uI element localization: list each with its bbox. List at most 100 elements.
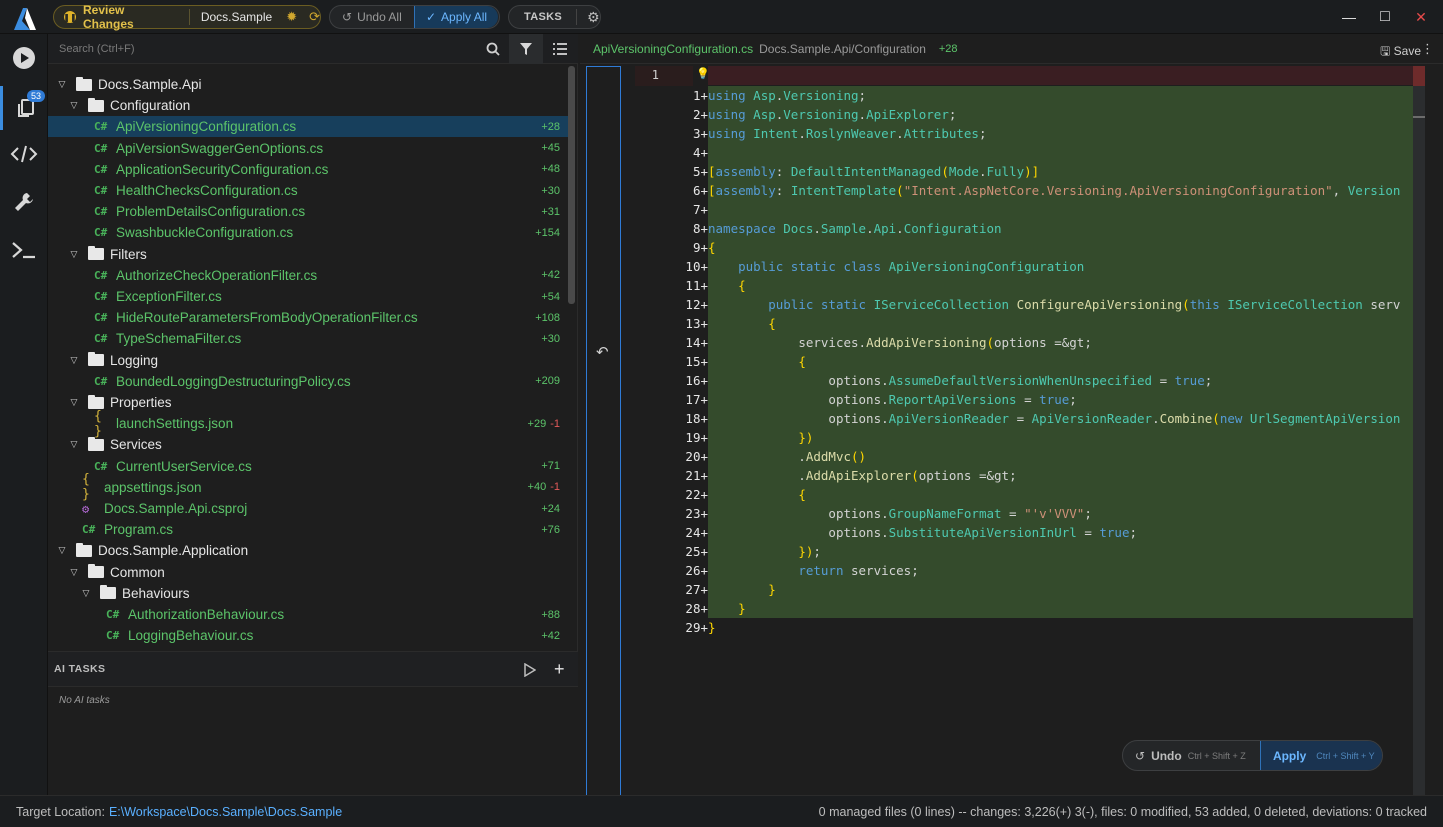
tree-file[interactable]: { } launchSettings.json +29 -1 bbox=[48, 409, 568, 439]
terminal-button[interactable] bbox=[0, 228, 48, 272]
target-location-path[interactable]: E:\Workspace\Docs.Sample\Docs.Sample bbox=[109, 805, 342, 819]
code-line[interactable]: [assembly: IntentTemplate("Intent.AspNet… bbox=[708, 181, 1413, 200]
tree-file[interactable]: C# AuthorizationBehaviour.cs +88 bbox=[48, 604, 568, 625]
tree-file[interactable]: C# ApiVersioningConfiguration.cs +28 bbox=[48, 116, 568, 138]
code-line[interactable]: } bbox=[708, 599, 1413, 618]
add-task-icon[interactable]: + bbox=[554, 659, 565, 680]
tree-file[interactable]: C# ApiVersionSwaggerGenOptions.cs +45 bbox=[48, 138, 568, 159]
chevron-down-icon[interactable]: ▽ bbox=[68, 567, 80, 578]
apply-button[interactable]: Apply Ctrl + Shift + Y bbox=[1259, 741, 1382, 770]
tree-folder[interactable]: ▽ Filters bbox=[48, 244, 568, 265]
code-line[interactable]: namespace Docs.Sample.Api.Configuration bbox=[708, 219, 1413, 238]
code-line[interactable]: using Asp.Versioning.ApiExplorer; bbox=[708, 105, 1413, 124]
file-name: HideRouteParametersFromBodyOperationFilt… bbox=[116, 310, 418, 326]
tree-file[interactable]: C# CurrentUserService.cs +71 bbox=[48, 456, 568, 477]
changes-button[interactable]: 53 bbox=[0, 86, 48, 130]
project-name[interactable]: Docs.Sample bbox=[201, 10, 272, 24]
overview-ruler[interactable] bbox=[1413, 66, 1425, 796]
undo-button[interactable]: ↺ Undo Ctrl + Shift + Z bbox=[1123, 749, 1260, 763]
code-line[interactable] bbox=[708, 200, 1413, 219]
settings-tools-button[interactable] bbox=[0, 180, 48, 224]
tree-folder[interactable]: ▽ Behaviours bbox=[48, 583, 568, 604]
code-line[interactable]: { bbox=[708, 238, 1413, 257]
code-line[interactable]: services.AddApiVersioning(options =&gt; bbox=[708, 333, 1413, 352]
chevron-down-icon[interactable]: ▽ bbox=[68, 439, 80, 450]
tree-file[interactable]: C# BoundedLoggingDestructuringPolicy.cs +2… bbox=[48, 371, 568, 392]
code-line[interactable]: return services; bbox=[708, 561, 1413, 580]
gear-icon[interactable]: ⚙ bbox=[587, 9, 600, 26]
code-line[interactable]: options.ApiVersionReader = ApiVersionRea… bbox=[708, 409, 1413, 428]
code-line[interactable]: [assembly: DefaultIntentManaged(Mode.Ful… bbox=[708, 162, 1413, 181]
tree-scrollbar[interactable] bbox=[568, 66, 575, 304]
code-line[interactable]: public static IServiceCollection Configu… bbox=[708, 295, 1413, 314]
code-line[interactable] bbox=[708, 143, 1413, 162]
bug-icon[interactable]: ✹ bbox=[286, 9, 297, 25]
line-number: 27+ bbox=[685, 582, 708, 597]
tree-file[interactable]: C# AuthorizeCheckOperationFilter.cs +42 bbox=[48, 265, 568, 286]
tree-folder[interactable]: ▽ Logging bbox=[48, 350, 568, 371]
change-count: +42 bbox=[541, 269, 560, 281]
tree-folder[interactable]: ▽ Common bbox=[48, 562, 568, 583]
code-content[interactable]: using Asp.Versioning; using Asp.Versionin… bbox=[708, 86, 1413, 666]
more-options-icon[interactable]: ⋮ bbox=[1421, 41, 1434, 57]
code-line[interactable]: using Intent.RoslynWeaver.Attributes; bbox=[708, 124, 1413, 143]
apply-all-button[interactable]: ✓ Apply All bbox=[414, 6, 498, 28]
tree-file[interactable]: C# ApplicationSecurityConfiguration.cs +48 bbox=[48, 159, 568, 180]
code-line[interactable]: public static class ApiVersioningConfigu… bbox=[708, 257, 1413, 276]
tree-file[interactable]: C# SwashbuckleConfiguration.cs +154 bbox=[48, 222, 568, 243]
tree-file[interactable]: C# Program.cs +76 bbox=[48, 519, 568, 540]
list-view-button[interactable] bbox=[545, 34, 575, 64]
tree-file[interactable]: C# ProblemDetailsConfiguration.cs +31 bbox=[48, 201, 568, 222]
tree-file[interactable]: C# HealthChecksConfiguration.cs +30 bbox=[48, 180, 568, 201]
save-button[interactable]: 🖫 Save bbox=[1380, 42, 1421, 63]
code-line[interactable]: options.SubstituteApiVersionInUrl = true… bbox=[708, 523, 1413, 542]
chevron-down-icon[interactable]: ▽ bbox=[80, 588, 92, 599]
play-icon[interactable] bbox=[524, 662, 537, 680]
lightbulb-icon[interactable]: 💡 bbox=[696, 67, 710, 80]
revert-icon[interactable]: ↶ bbox=[596, 343, 609, 361]
maximize-button[interactable]: □ bbox=[1373, 6, 1397, 28]
code-line[interactable]: { bbox=[708, 352, 1413, 371]
tree-folder[interactable]: ▽ Docs.Sample.Api bbox=[48, 74, 568, 95]
search-input[interactable]: Search (Ctrl+F) bbox=[59, 43, 135, 55]
code-line[interactable]: { bbox=[708, 314, 1413, 333]
code-line[interactable]: options.AssumeDefaultVersionWhenUnspecif… bbox=[708, 371, 1413, 390]
run-button[interactable] bbox=[0, 36, 48, 80]
chevron-down-icon[interactable]: ▽ bbox=[56, 79, 68, 90]
tree-file[interactable]: C# LoggingBehaviour.cs +42 bbox=[48, 625, 568, 646]
chevron-down-icon[interactable]: ▽ bbox=[56, 545, 68, 556]
undo-all-button[interactable]: ↺ Undo All bbox=[330, 10, 414, 24]
tree-file[interactable]: C# TypeSchemaFilter.cs +30 bbox=[48, 328, 568, 349]
code-line[interactable]: options.ReportApiVersions = true; bbox=[708, 390, 1413, 409]
code-line[interactable]: .AddApiExplorer(options =&gt; bbox=[708, 466, 1413, 485]
chevron-down-icon[interactable]: ▽ bbox=[68, 100, 80, 111]
code-line[interactable]: }) bbox=[708, 428, 1413, 447]
tree-file[interactable]: ⚙ Docs.Sample.Api.csproj +24 bbox=[48, 498, 568, 519]
tree-file[interactable]: { } appsettings.json +40 -1 bbox=[48, 472, 568, 502]
code-line[interactable]: } bbox=[708, 580, 1413, 599]
code-line[interactable]: options.GroupNameFormat = "'v'VVV"; bbox=[708, 504, 1413, 523]
review-changes-pill[interactable]: ❚❚ Review Changes Docs.Sample ✹ ⟳ bbox=[53, 3, 321, 31]
minimize-button[interactable]: — bbox=[1337, 6, 1361, 28]
code-line[interactable]: }); bbox=[708, 542, 1413, 561]
code-line[interactable]: { bbox=[708, 276, 1413, 295]
chevron-down-icon[interactable]: ▽ bbox=[68, 355, 80, 366]
tree-folder[interactable]: ▽ Services bbox=[48, 434, 568, 455]
tree-folder[interactable]: ▽ Properties bbox=[48, 392, 568, 413]
chevron-down-icon[interactable]: ▽ bbox=[68, 397, 80, 408]
close-button[interactable]: ✕ bbox=[1409, 6, 1433, 28]
code-button[interactable] bbox=[0, 132, 48, 176]
tree-folder[interactable]: ▽ Docs.Sample.Application bbox=[48, 540, 568, 561]
code-line[interactable]: } bbox=[708, 618, 1413, 637]
refresh-icon[interactable]: ⟳ bbox=[309, 9, 320, 25]
tree-folder[interactable]: ▽ Configuration bbox=[48, 95, 568, 116]
search-icon[interactable] bbox=[486, 42, 500, 59]
chevron-down-icon[interactable]: ▽ bbox=[68, 249, 80, 260]
tree-file[interactable]: C# ExceptionFilter.cs +54 bbox=[48, 286, 568, 307]
tree-file[interactable]: C# HideRouteParametersFromBodyOperationFi… bbox=[48, 307, 568, 328]
filter-button[interactable] bbox=[509, 34, 543, 64]
code-line[interactable]: using Asp.Versioning; bbox=[708, 86, 1413, 105]
code-line[interactable]: .AddMvc() bbox=[708, 447, 1413, 466]
code-line[interactable]: { bbox=[708, 485, 1413, 504]
tasks-button[interactable]: TASKS bbox=[509, 11, 562, 23]
